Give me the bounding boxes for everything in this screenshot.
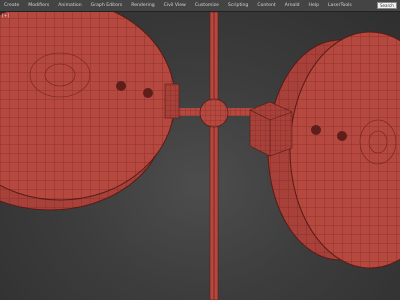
- left-bolt-1: [116, 81, 126, 91]
- menu-create[interactable]: Create: [4, 0, 19, 12]
- search-input[interactable]: Search: [377, 2, 397, 9]
- menu-modifiers[interactable]: Modifiers: [28, 0, 49, 12]
- viewport-scene: [0, 12, 400, 300]
- menu-arnold[interactable]: Arnold: [285, 0, 300, 12]
- menu-rendering[interactable]: Rendering: [131, 0, 154, 12]
- menu-customize[interactable]: Customize: [195, 0, 219, 12]
- center-hub: [199, 98, 229, 128]
- menu-civil-view[interactable]: Civil View: [164, 0, 186, 12]
- menu-scripting[interactable]: Scripting: [228, 0, 248, 12]
- menu-help[interactable]: Help: [309, 0, 319, 12]
- menu-graph-editors[interactable]: Graph Editors: [91, 0, 123, 12]
- left-connector-block: [164, 83, 180, 119]
- menu-animation[interactable]: Animation: [58, 0, 81, 12]
- right-bolt-1: [311, 125, 321, 135]
- viewport-label[interactable]: [+]: [2, 14, 9, 19]
- left-bolt-2: [143, 88, 153, 98]
- right-bolt-2: [337, 131, 347, 141]
- menu-content[interactable]: Content: [257, 0, 275, 12]
- 3d-viewport[interactable]: [+]: [0, 12, 400, 300]
- left-disc-front: [0, 12, 176, 201]
- right-connector-block: [249, 101, 293, 157]
- menu-lasertools[interactable]: LaserTools: [328, 0, 352, 12]
- menu-bar: Create Modifiers Animation Graph Editors…: [0, 0, 400, 12]
- vertical-pole: [209, 12, 219, 300]
